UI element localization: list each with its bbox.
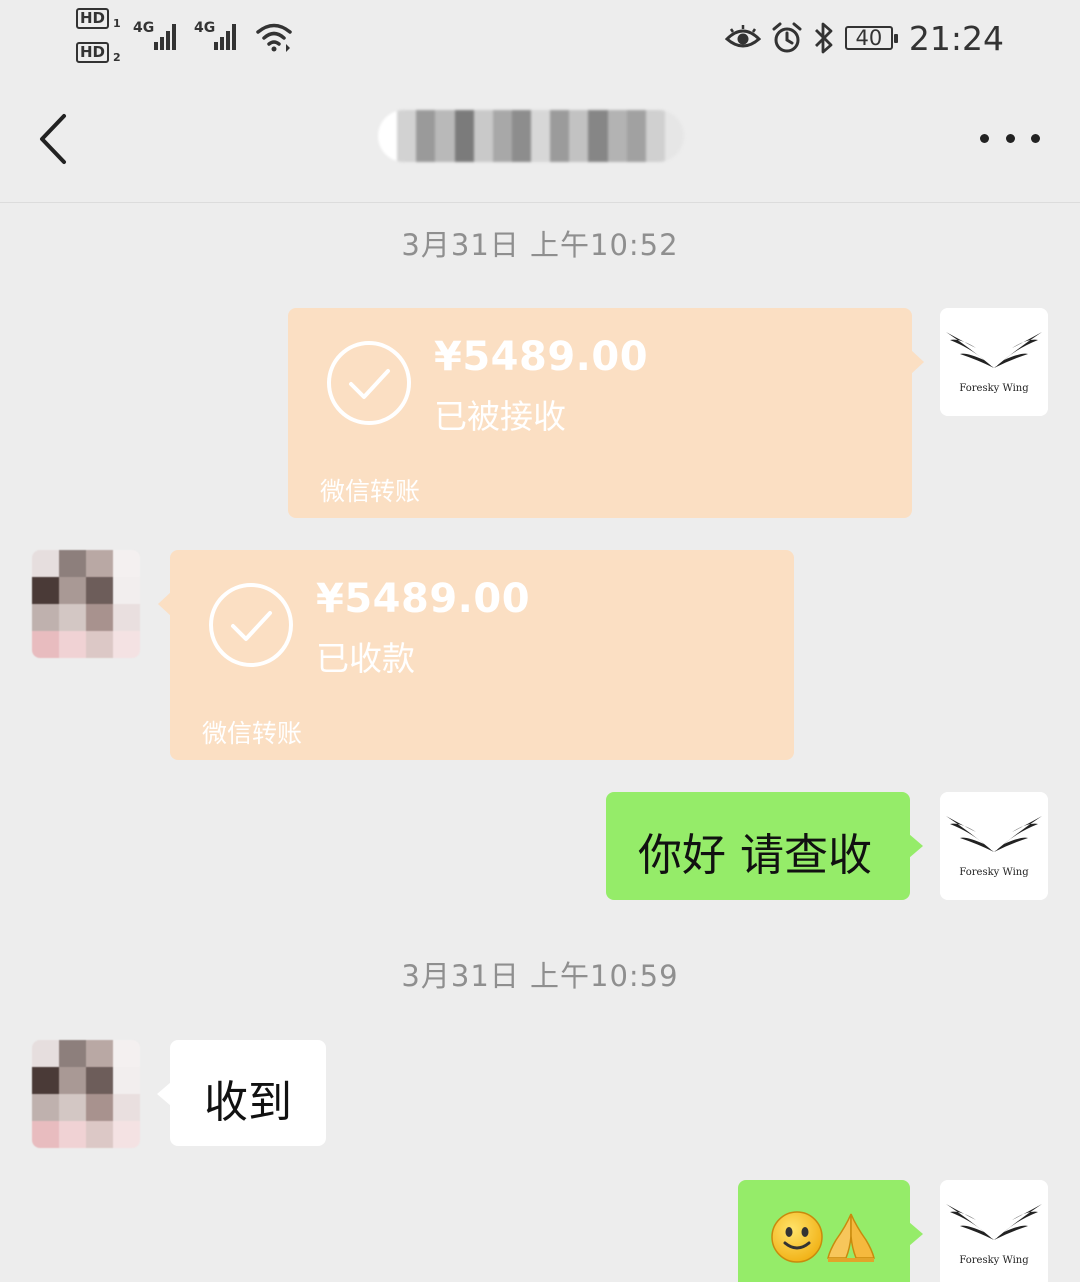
message-text: 你好 请查收 <box>638 830 872 881</box>
more-options-button[interactable] <box>980 118 1040 158</box>
smile-emoji-icon <box>771 1211 823 1263</box>
sim-index-1: 1 <box>113 17 121 30</box>
chat-header <box>0 78 1080 203</box>
transfer-card-received[interactable]: ¥5489.00 已收款 微信转账 <box>158 550 794 760</box>
signal-bars-1-icon <box>154 22 176 50</box>
transfer-amount: ¥5489.00 <box>434 334 649 380</box>
transfer-label: 微信转账 <box>320 477 421 506</box>
sim-index-2: 2 <box>113 51 121 64</box>
svg-text:Foresky Wing: Foresky Wing <box>959 1255 1029 1266</box>
transfer-status: 已收款 <box>316 639 415 678</box>
sim-indicators: HD 1 HD 2 4G 4G <box>76 8 306 68</box>
pray-emoji-icon <box>827 1213 875 1262</box>
my-avatar[interactable]: Foresky Wing <box>940 308 1048 416</box>
back-button[interactable] <box>26 104 86 174</box>
hd-badge-1: HD <box>76 8 110 29</box>
contact-avatar[interactable] <box>32 550 140 658</box>
message-bubble-sent[interactable]: 你好 请查收 <box>606 792 923 900</box>
hd-badge-2: HD <box>76 42 110 63</box>
bluetooth-icon <box>814 22 833 54</box>
more-dots-icon <box>980 133 989 143</box>
wifi-icon <box>256 23 292 52</box>
status-right-group: 40 21:24 <box>724 18 1004 58</box>
network-type-1: 4G <box>133 20 155 36</box>
check-circle-icon <box>209 583 293 667</box>
status-time: 21:24 <box>908 18 1004 58</box>
signal-bars-2-icon <box>214 22 236 50</box>
message-timestamp: 3月31日 上午10:52 <box>401 228 679 262</box>
status-bar: HD 1 HD 2 4G 4G 40 21:24 <box>0 0 1080 78</box>
battery-indicator: 40 <box>844 26 898 50</box>
check-circle-icon <box>327 341 411 425</box>
chevron-left-icon <box>40 114 66 164</box>
transfer-status: 已被接收 <box>434 397 566 436</box>
message-bubble-sent[interactable] <box>738 1180 923 1282</box>
transfer-label: 微信转账 <box>202 719 303 748</box>
foresky-wing-logo-icon: Foresky Wing <box>940 792 1048 900</box>
my-avatar[interactable]: Foresky Wing <box>940 1180 1048 1282</box>
eye-icon <box>724 25 761 48</box>
foresky-wing-logo-icon: Foresky Wing <box>940 308 1048 416</box>
message-bubble-received[interactable]: 收到 <box>157 1040 326 1146</box>
message-text: 收到 <box>204 1077 292 1128</box>
transfer-amount: ¥5489.00 <box>316 576 531 622</box>
contact-avatar[interactable] <box>32 1040 140 1148</box>
svg-text:Foresky Wing: Foresky Wing <box>959 867 1029 878</box>
message-timestamp: 3月31日 上午10:59 <box>401 959 679 993</box>
chat-screen: HD 1 HD 2 4G 4G 40 21:24 3月31日 上午10:52 F… <box>0 0 1080 1282</box>
foresky-wing-logo-icon: Foresky Wing <box>940 1180 1048 1282</box>
network-type-2: 4G <box>194 20 216 36</box>
alarm-icon <box>772 22 802 53</box>
chat-title-redacted <box>378 110 684 162</box>
my-avatar[interactable]: Foresky Wing <box>940 792 1048 900</box>
transfer-card-sent[interactable]: ¥5489.00 已被接收 微信转账 <box>288 308 924 518</box>
svg-text:Foresky Wing: Foresky Wing <box>959 383 1029 394</box>
